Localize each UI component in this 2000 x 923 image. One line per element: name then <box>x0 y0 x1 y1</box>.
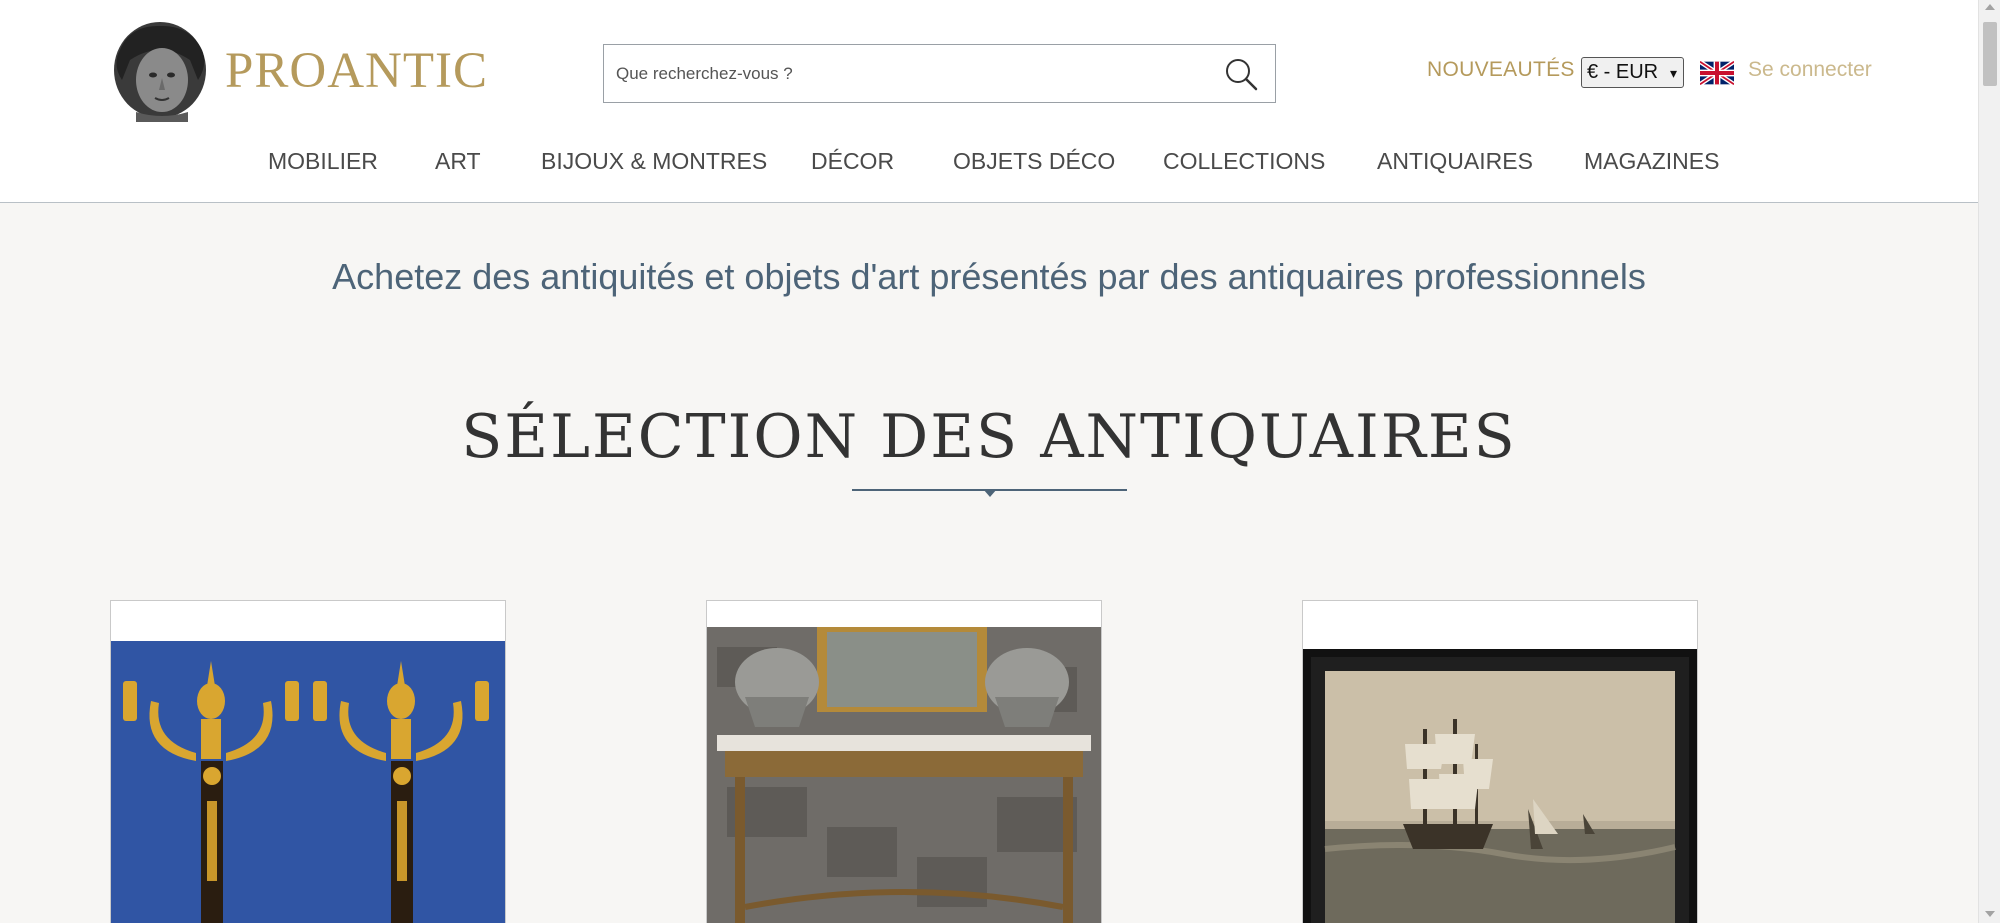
nav-item-decor[interactable]: DÉCOR <box>811 148 894 175</box>
currency-value: € - EUR <box>1587 61 1659 83</box>
nouveautes-link[interactable]: NOUVEAUTÉS <box>1427 58 1575 82</box>
product-card[interactable] <box>706 600 1102 923</box>
product-image[interactable] <box>1303 649 1697 923</box>
search-input[interactable] <box>616 59 1196 89</box>
nav-item-mobilier[interactable]: MOBILIER <box>268 148 378 175</box>
scroll-up-icon[interactable] <box>1985 4 1995 10</box>
logo-text[interactable]: PROANTIC <box>225 42 488 100</box>
nav-item-objets-deco[interactable]: OBJETS DÉCO <box>953 148 1115 175</box>
nav-item-art[interactable]: ART <box>435 148 481 175</box>
scrollbar[interactable] <box>1978 0 2000 923</box>
caret-down-icon <box>983 489 997 497</box>
section-title: SÉLECTION DES ANTIQUAIRES <box>461 402 1517 472</box>
site-header: PROANTIC NOUVEAUTÉS € - EUR ▾ Se connect… <box>0 0 1978 203</box>
scroll-thumb[interactable] <box>1983 22 1997 86</box>
main-nav: MOBILIER ART BIJOUX & MONTRES DÉCOR OBJE… <box>0 148 1978 178</box>
product-image[interactable] <box>707 627 1101 923</box>
product-image[interactable] <box>111 641 505 923</box>
nav-item-collections[interactable]: COLLECTIONS <box>1163 148 1325 175</box>
uk-flag-icon[interactable] <box>1700 61 1734 85</box>
currency-select[interactable]: € - EUR ▾ <box>1581 57 1684 88</box>
search-box <box>603 44 1276 103</box>
nav-item-antiquaires[interactable]: ANTIQUAIRES <box>1377 148 1533 175</box>
nav-item-magazines[interactable]: MAGAZINES <box>1584 148 1719 175</box>
nav-item-bijoux-montres[interactable]: BIJOUX & MONTRES <box>541 148 767 175</box>
chevron-down-icon: ▾ <box>1669 65 1677 81</box>
logo-bust-icon[interactable] <box>110 20 210 122</box>
login-link[interactable]: Se connecter <box>1748 58 1872 82</box>
product-card[interactable] <box>1302 600 1698 923</box>
search-icon[interactable] <box>1223 56 1259 92</box>
scroll-down-icon[interactable] <box>1985 911 1995 917</box>
product-card[interactable] <box>110 600 506 923</box>
tagline: Achetez des antiquités et objets d'art p… <box>332 256 1646 297</box>
